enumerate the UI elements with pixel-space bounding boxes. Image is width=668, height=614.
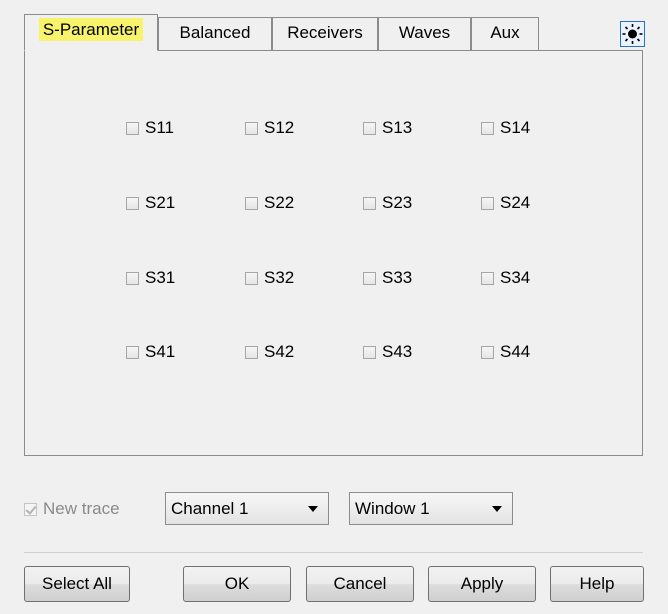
checkbox-label: S14 bbox=[500, 118, 531, 137]
checkbox-label: S44 bbox=[500, 342, 531, 361]
checkbox-s33[interactable]: S33 bbox=[363, 267, 412, 289]
checkbox-label: S21 bbox=[145, 193, 176, 212]
help-button[interactable]: Help bbox=[550, 566, 644, 602]
checkbox-label: S12 bbox=[264, 118, 295, 137]
checkbox-s44[interactable]: S44 bbox=[481, 341, 530, 363]
checkbox-label: S13 bbox=[382, 118, 413, 137]
checkbox-s41[interactable]: S41 bbox=[126, 341, 175, 363]
checkbox-s22[interactable]: S22 bbox=[245, 192, 294, 214]
new-trace-checkbox[interactable]: New trace bbox=[24, 499, 120, 519]
window-dropdown[interactable]: Window 1 bbox=[349, 492, 513, 525]
checkbox-label: S43 bbox=[382, 342, 413, 361]
checkbox-s42[interactable]: S42 bbox=[245, 341, 294, 363]
checkbox-s43[interactable]: S43 bbox=[363, 341, 412, 363]
checkbox-s13[interactable]: S13 bbox=[363, 117, 412, 139]
checkbox-s12[interactable]: S12 bbox=[245, 117, 294, 139]
trace-dialog: S-Parameter Balanced Receivers Waves Aux bbox=[0, 0, 668, 614]
sun-icon bbox=[622, 24, 643, 44]
checkbox-label: S32 bbox=[264, 268, 295, 287]
checkbox-box[interactable] bbox=[363, 345, 376, 359]
tab-label: Balanced bbox=[179, 23, 251, 42]
window-dropdown-value: Window 1 bbox=[355, 498, 430, 518]
tab-label: Waves bbox=[398, 23, 451, 42]
channel-dropdown-value: Channel 1 bbox=[171, 498, 249, 518]
button-label: Cancel bbox=[333, 574, 387, 593]
ok-button[interactable]: OK bbox=[183, 566, 291, 602]
checkbox-label: S31 bbox=[145, 268, 176, 287]
checkbox-box[interactable] bbox=[481, 271, 494, 285]
checkbox-label: S34 bbox=[500, 268, 531, 287]
cancel-button[interactable]: Cancel bbox=[306, 566, 414, 602]
checkbox-box[interactable] bbox=[245, 121, 258, 135]
checkbox-label: S22 bbox=[264, 193, 295, 212]
apply-button[interactable]: Apply bbox=[428, 566, 536, 602]
checkbox-box[interactable] bbox=[126, 271, 139, 285]
checkbox-label: S11 bbox=[145, 118, 174, 137]
checkbox-box[interactable] bbox=[363, 271, 376, 285]
new-trace-label: New trace bbox=[43, 499, 120, 518]
tab-label: S-Parameter bbox=[38, 18, 144, 41]
checkbox-s31[interactable]: S31 bbox=[126, 267, 175, 289]
tab-balanced[interactable]: Balanced bbox=[158, 17, 272, 50]
s-parameter-panel bbox=[24, 50, 643, 456]
checkbox-box[interactable] bbox=[481, 345, 494, 359]
checkbox-box[interactable] bbox=[363, 196, 376, 210]
checkbox-box[interactable] bbox=[245, 271, 258, 285]
checkbox-box[interactable] bbox=[126, 345, 139, 359]
checkbox-box[interactable] bbox=[24, 502, 37, 516]
checkbox-label: S23 bbox=[382, 193, 413, 212]
button-label: OK bbox=[224, 574, 250, 593]
checkbox-label: S33 bbox=[382, 268, 413, 287]
checkbox-box[interactable] bbox=[245, 196, 258, 210]
tab-label: Aux bbox=[490, 23, 520, 42]
checkbox-label: S42 bbox=[264, 342, 295, 361]
checkbox-s34[interactable]: S34 bbox=[481, 267, 530, 289]
tab-aux[interactable]: Aux bbox=[471, 17, 539, 50]
checkbox-box[interactable] bbox=[126, 121, 139, 135]
checkbox-box[interactable] bbox=[481, 121, 494, 135]
chevron-down-icon bbox=[492, 506, 502, 512]
checkbox-s24[interactable]: S24 bbox=[481, 192, 530, 214]
button-label: Help bbox=[579, 574, 615, 593]
checkbox-box[interactable] bbox=[481, 196, 494, 210]
channel-dropdown[interactable]: Channel 1 bbox=[165, 492, 329, 525]
chevron-down-icon bbox=[308, 506, 318, 512]
checkbox-box[interactable] bbox=[245, 345, 258, 359]
checkbox-label: S41 bbox=[145, 342, 176, 361]
checkbox-s23[interactable]: S23 bbox=[363, 192, 412, 214]
checkbox-s21[interactable]: S21 bbox=[126, 192, 175, 214]
separator bbox=[24, 552, 643, 553]
checkbox-s11[interactable]: S11 bbox=[126, 117, 174, 139]
light-toggle-button[interactable] bbox=[620, 21, 645, 47]
checkbox-s32[interactable]: S32 bbox=[245, 267, 294, 289]
tab-s-parameter[interactable]: S-Parameter bbox=[24, 14, 158, 51]
tab-receivers[interactable]: Receivers bbox=[272, 17, 378, 50]
checkbox-s14[interactable]: S14 bbox=[481, 117, 530, 139]
button-label: Apply bbox=[460, 574, 504, 593]
tab-label: Receivers bbox=[287, 23, 363, 42]
checkbox-label: S24 bbox=[500, 193, 531, 212]
tab-waves[interactable]: Waves bbox=[378, 17, 471, 50]
button-label: Select All bbox=[42, 574, 112, 593]
select-all-button[interactable]: Select All bbox=[24, 566, 130, 602]
checkbox-box[interactable] bbox=[363, 121, 376, 135]
checkbox-box[interactable] bbox=[126, 196, 139, 210]
